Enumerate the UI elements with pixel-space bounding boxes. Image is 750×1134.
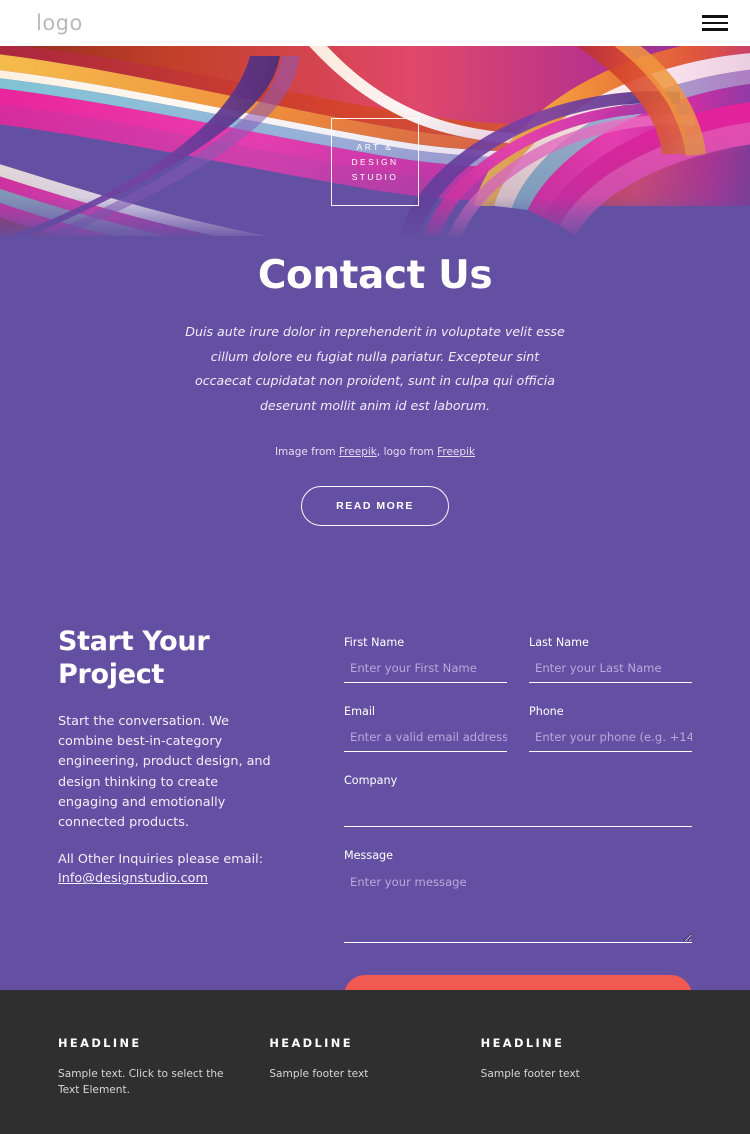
- hero-content: ART & DESIGN STUDIO Contact Us Duis aute…: [0, 46, 750, 527]
- form-row-contact: Email Phone: [344, 705, 692, 774]
- hamburger-bar: [702, 15, 728, 18]
- contact-intro: Start Your Project Start the conversatio…: [58, 626, 290, 990]
- contact-form: First Name Last Name Email Phone: [290, 626, 692, 990]
- footer-column-2: HEADLINE Sample footer text: [269, 1036, 480, 1134]
- field-message: Message: [344, 849, 692, 943]
- inquiries-label: All Other Inquiries please email:: [58, 852, 264, 868]
- footer-text: Sample footer text: [269, 1068, 369, 1080]
- freepik-logo-link[interactable]: Freepik: [437, 446, 475, 458]
- hamburger-bar: [702, 28, 728, 31]
- phone-input[interactable]: [529, 727, 692, 752]
- last-name-input[interactable]: [529, 658, 692, 683]
- footer-headline: HEADLINE: [58, 1036, 142, 1050]
- site-footer: HEADLINE Sample text. Click to select th…: [0, 990, 750, 1134]
- form-row-name: First Name Last Name: [344, 636, 692, 705]
- page-root: logo ART & DESIGN STUDIO Contact Us Duis…: [0, 0, 750, 1134]
- hero-description: Duis aute irure dolor in reprehenderit i…: [185, 324, 565, 413]
- contact-heading: Start Your Project: [58, 626, 210, 690]
- field-last-name: Last Name: [529, 636, 692, 683]
- hero-section: ART & DESIGN STUDIO Contact Us Duis aute…: [0, 46, 750, 990]
- phone-label: Phone: [529, 705, 564, 718]
- footer-column-1: HEADLINE Sample text. Click to select th…: [58, 1036, 269, 1134]
- message-label: Message: [344, 849, 394, 862]
- message-textarea[interactable]: [344, 871, 692, 943]
- field-phone: Phone: [529, 705, 692, 752]
- badge-line-3: STUDIO: [351, 172, 399, 183]
- footer-headline: HEADLINE: [480, 1036, 565, 1050]
- first-name-input[interactable]: [344, 658, 507, 683]
- email-label: Email: [344, 705, 376, 718]
- site-header: logo: [0, 0, 750, 46]
- field-email: Email: [344, 705, 507, 752]
- freepik-image-link[interactable]: Freepik: [339, 446, 377, 458]
- art-design-studio-badge: ART & DESIGN STUDIO: [331, 118, 419, 206]
- badge-line-2: DESIGN: [351, 156, 399, 167]
- first-name-label: First Name: [344, 636, 405, 649]
- hamburger-menu-icon[interactable]: [702, 13, 728, 33]
- footer-text: Sample text. Click to select the Text El…: [58, 1068, 224, 1096]
- field-first-name: First Name: [344, 636, 507, 683]
- footer-text: Sample footer text: [480, 1068, 580, 1080]
- credit-prefix: Image from: [274, 446, 339, 459]
- logo[interactable]: logo: [36, 11, 83, 35]
- badge-line-1: ART &: [356, 141, 394, 152]
- email-input[interactable]: [344, 727, 507, 752]
- image-credit: Image from Freepik, logo from Freepik: [0, 446, 750, 458]
- page-title: Contact Us: [257, 253, 493, 298]
- footer-headline: HEADLINE: [269, 1036, 353, 1050]
- contact-section: Start Your Project Start the conversatio…: [0, 626, 750, 990]
- company-label: Company: [344, 774, 398, 787]
- read-more-button[interactable]: READ MORE: [301, 486, 449, 527]
- company-input[interactable]: [344, 796, 692, 827]
- credit-middle: , logo from: [376, 446, 438, 459]
- submit-button[interactable]: SUBMIT: [344, 975, 692, 990]
- contact-inquiries: All Other Inquiries please email: Info@d…: [58, 850, 274, 888]
- last-name-label: Last Name: [529, 636, 589, 649]
- footer-column-3: HEADLINE Sample footer text: [481, 1036, 692, 1134]
- field-company: Company: [344, 774, 692, 827]
- hamburger-bar: [702, 21, 728, 25]
- contact-body-text: Start the conversation. We combine best-…: [58, 713, 271, 830]
- contact-email-link[interactable]: Info@designstudio.com: [58, 869, 208, 888]
